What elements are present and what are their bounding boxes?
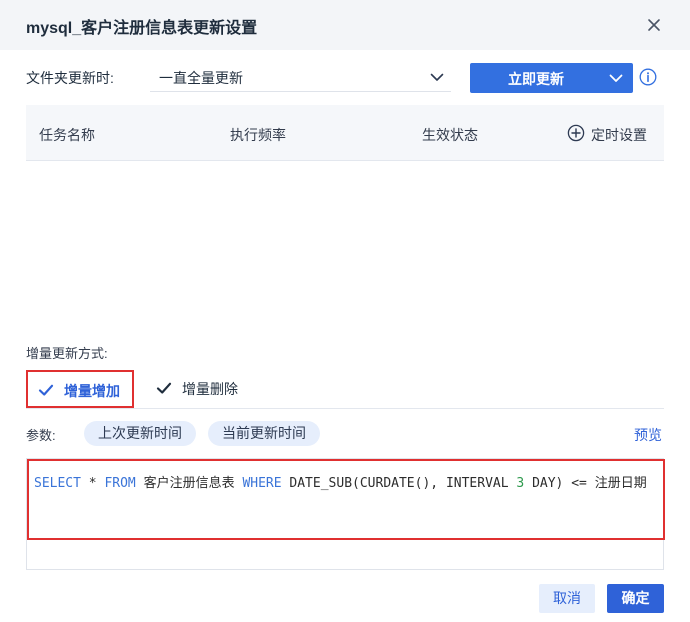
param-chip-current-update[interactable]: 当前更新时间: [208, 421, 320, 446]
dialog-header: mysql_客户注册信息表更新设置: [0, 0, 690, 50]
column-status: 生效状态: [422, 127, 478, 143]
task-table: 任务名称 执行频率 生效状态 定时设置: [26, 105, 664, 330]
chevron-down-icon: [430, 73, 444, 81]
incremental-label: 增量更新方式:: [26, 346, 108, 361]
cancel-button[interactable]: 取消: [539, 584, 595, 613]
timer-settings-label: 定时设置: [591, 127, 647, 143]
tab-incremental-delete[interactable]: 增量删除: [148, 370, 258, 408]
sql-code: SELECT * FROM 客户注册信息表 WHERE DATE_SUB(CUR…: [34, 476, 647, 491]
column-task-name: 任务名称: [39, 127, 95, 143]
chevron-down-icon[interactable]: [608, 70, 624, 86]
close-icon[interactable]: [644, 15, 664, 35]
preview-link[interactable]: 预览: [634, 425, 662, 445]
folder-update-select[interactable]: 一直全量更新: [150, 62, 451, 92]
sql-editor[interactable]: SELECT * FROM 客户注册信息表 WHERE DATE_SUB(CUR…: [26, 458, 665, 570]
tab-incremental-add[interactable]: 增量增加: [26, 370, 134, 408]
plus-circle-icon: [567, 124, 585, 142]
param-chip-last-update[interactable]: 上次更新时间: [84, 421, 196, 446]
check-icon: [38, 384, 54, 396]
update-now-button[interactable]: 立即更新: [470, 63, 633, 93]
check-icon: [156, 382, 172, 394]
column-frequency: 执行频率: [230, 127, 286, 143]
dialog-title: mysql_客户注册信息表更新设置: [26, 20, 258, 37]
tab-incremental-add-label: 增量增加: [64, 383, 120, 399]
divider: [26, 408, 664, 409]
tab-incremental-delete-label: 增量删除: [182, 381, 238, 397]
info-icon[interactable]: [639, 68, 657, 86]
update-now-label: 立即更新: [508, 71, 564, 87]
table-header: 任务名称 执行频率 生效状态 定时设置: [26, 105, 664, 161]
confirm-button[interactable]: 确定: [607, 584, 664, 613]
params-label: 参数:: [26, 428, 56, 443]
folder-update-label: 文件夹更新时:: [26, 70, 114, 86]
sql-highlight-box: SELECT * FROM 客户注册信息表 WHERE DATE_SUB(CUR…: [27, 459, 665, 540]
folder-update-value: 一直全量更新: [159, 70, 243, 86]
